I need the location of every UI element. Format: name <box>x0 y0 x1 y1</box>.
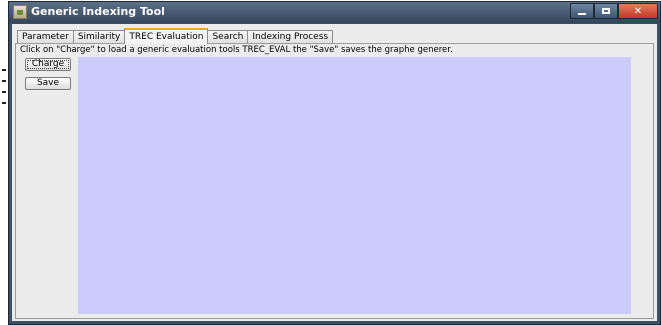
title-bar[interactable]: Generic Indexing Tool ✕ <box>9 2 660 23</box>
minimize-button[interactable] <box>570 3 594 19</box>
instruction-text: Click on "Charge" to load a generic eval… <box>20 45 453 55</box>
tab-search[interactable]: Search <box>207 30 249 44</box>
close-icon: ✕ <box>633 5 643 17</box>
tab-trec-evaluation[interactable]: TREC Evaluation <box>124 28 209 44</box>
maximize-icon <box>602 8 610 14</box>
tab-bar: Parameter Similarity TREC Evaluation Sea… <box>17 28 334 44</box>
minimize-icon <box>578 13 586 15</box>
maximize-button[interactable] <box>594 3 618 19</box>
window-title: Generic Indexing Tool <box>31 5 165 18</box>
tab-indexing-process[interactable]: Indexing Process <box>247 30 334 44</box>
close-button[interactable]: ✕ <box>618 3 658 19</box>
tab-similarity[interactable]: Similarity <box>72 30 126 44</box>
tab-parameter[interactable]: Parameter <box>17 30 74 44</box>
save-button[interactable]: Save <box>25 77 71 90</box>
window-controls: ✕ <box>570 3 658 20</box>
charge-button[interactable]: Charge <box>25 58 71 71</box>
trec-evaluation-panel: Click on "Charge" to load a generic eval… <box>15 43 654 319</box>
app-window: Generic Indexing Tool ✕ Parameter Simila… <box>8 1 661 325</box>
window-client-area: Parameter Similarity TREC Evaluation Sea… <box>12 24 657 321</box>
app-icon <box>13 5 27 19</box>
background-marks <box>0 60 8 120</box>
graph-canvas[interactable] <box>78 57 631 314</box>
